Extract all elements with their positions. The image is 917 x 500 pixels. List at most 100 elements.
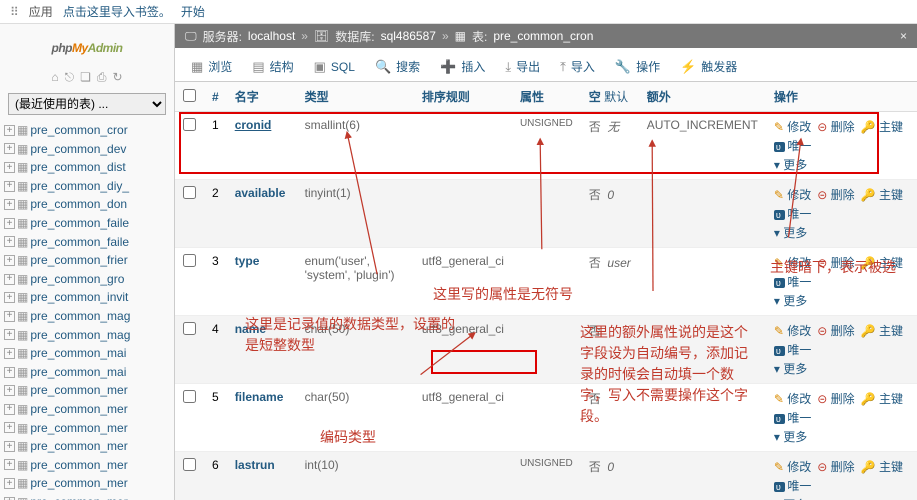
sidebar-tool-icon[interactable]: ⎋ (65, 70, 75, 85)
primary-key-link[interactable]: 主键 (861, 392, 903, 406)
cell-name[interactable]: cronid (227, 112, 297, 180)
expand-icon[interactable]: + (4, 422, 15, 433)
col-collation[interactable]: 排序规则 (414, 82, 512, 112)
crumb-server[interactable]: localhost (248, 29, 295, 43)
more-link[interactable]: 更多 (774, 360, 903, 377)
expand-icon[interactable]: + (4, 125, 15, 136)
row-checkbox[interactable] (183, 186, 196, 199)
expand-icon[interactable]: + (4, 199, 15, 210)
tab-结构[interactable]: ▤结构 (242, 52, 303, 81)
expand-icon[interactable]: + (4, 162, 15, 173)
unique-link[interactable]: 唯一 (774, 273, 903, 290)
edit-link[interactable]: 修改 (774, 256, 811, 270)
expand-icon[interactable]: + (4, 181, 15, 192)
tree-item[interactable]: + ▦ pre_common_mer (4, 419, 174, 438)
cell-name[interactable]: filename (227, 384, 297, 452)
sidebar-tool-icon[interactable]: ⌂ (51, 70, 58, 85)
tree-item[interactable]: + ▦ pre_common_cror (4, 121, 174, 140)
tree-item[interactable]: + ▦ pre_common_mag (4, 307, 174, 326)
more-link[interactable]: 更多 (774, 428, 903, 445)
edit-link[interactable]: 修改 (774, 392, 811, 406)
col-extra[interactable]: 额外 (639, 82, 766, 112)
edit-link[interactable]: 修改 (774, 120, 811, 134)
edit-link[interactable]: 修改 (774, 324, 811, 338)
more-link[interactable]: 更多 (774, 496, 903, 500)
tree-item[interactable]: + ▦ pre_common_dist (4, 158, 174, 177)
start-link[interactable]: 开始 (181, 3, 205, 20)
row-checkbox[interactable] (183, 254, 196, 267)
tab-SQL[interactable]: ▣SQL (304, 53, 365, 81)
primary-key-link[interactable]: 主键 (861, 120, 903, 134)
expand-icon[interactable]: + (4, 441, 15, 452)
tree-item[interactable]: + ▦ pre_common_faile (4, 214, 174, 233)
apps-icon[interactable]: ⠿ (10, 5, 19, 19)
col-null-default[interactable]: 空 默认 (581, 82, 639, 112)
tree-item[interactable]: + ▦ pre_common_mag (4, 326, 174, 345)
delete-link[interactable]: 删除 (817, 256, 854, 270)
expand-icon[interactable]: + (4, 385, 15, 396)
expand-icon[interactable]: + (4, 311, 15, 322)
expand-icon[interactable]: + (4, 329, 15, 340)
tree-item[interactable]: + ▦ pre_common_don (4, 195, 174, 214)
tree-item[interactable]: + ▦ pre_common_invit (4, 288, 174, 307)
expand-icon[interactable]: + (4, 143, 15, 154)
expand-icon[interactable]: + (4, 459, 15, 470)
delete-link[interactable]: 删除 (817, 392, 854, 406)
cell-name[interactable]: lastrun (227, 452, 297, 500)
delete-link[interactable]: 删除 (817, 324, 854, 338)
tree-item[interactable]: + ▦ pre_common_gro (4, 270, 174, 289)
delete-link[interactable]: 删除 (817, 188, 854, 202)
col-ops[interactable]: 操作 (766, 82, 917, 112)
expand-icon[interactable]: + (4, 274, 15, 285)
tree-item[interactable]: + ▦ pre_common_mer (4, 493, 174, 500)
tree-item[interactable]: + ▦ pre_common_mer (4, 437, 174, 456)
expand-icon[interactable]: + (4, 367, 15, 378)
row-checkbox[interactable] (183, 458, 196, 471)
col-num[interactable]: # (204, 82, 227, 112)
row-checkbox[interactable] (183, 322, 196, 335)
tree-item[interactable]: + ▦ pre_common_mer (4, 400, 174, 419)
primary-key-link[interactable]: 主键 (861, 256, 903, 270)
delete-link[interactable]: 删除 (817, 120, 854, 134)
expand-icon[interactable]: + (4, 292, 15, 303)
recent-tables-select[interactable]: (最近使用的表) ... (8, 93, 166, 115)
tree-item[interactable]: + ▦ pre_common_faile (4, 233, 174, 252)
delete-link[interactable]: 删除 (817, 460, 854, 474)
tab-导出[interactable]: ⤓导出 (495, 52, 550, 81)
tab-导入[interactable]: ⤒导入 (550, 52, 605, 81)
expand-icon[interactable]: + (4, 255, 15, 266)
cell-name[interactable]: available (227, 180, 297, 248)
tab-搜索[interactable]: 🔍搜索 (365, 52, 430, 81)
edit-link[interactable]: 修改 (774, 188, 811, 202)
apps-label[interactable]: 应用 (29, 3, 53, 20)
expand-icon[interactable]: + (4, 348, 15, 359)
import-hint[interactable]: 点击这里导入书签。 (63, 3, 171, 20)
expand-icon[interactable]: + (4, 218, 15, 229)
sidebar-tool-icon[interactable]: ⎙ (97, 70, 107, 85)
primary-key-link[interactable]: 主键 (861, 324, 903, 338)
tree-item[interactable]: + ▦ pre_common_mai (4, 344, 174, 363)
row-checkbox[interactable] (183, 390, 196, 403)
tree-item[interactable]: + ▦ pre_common_dev (4, 140, 174, 159)
unique-link[interactable]: 唯一 (774, 341, 903, 358)
unique-link[interactable]: 唯一 (774, 137, 903, 154)
primary-key-link[interactable]: 主键 (861, 188, 903, 202)
tree-item[interactable]: + ▦ pre_common_frier (4, 251, 174, 270)
row-checkbox[interactable] (183, 118, 196, 131)
tab-操作[interactable]: 🔧操作 (605, 52, 670, 81)
more-link[interactable]: 更多 (774, 292, 903, 309)
tree-item[interactable]: + ▦ pre_common_diy_ (4, 177, 174, 196)
tree-item[interactable]: + ▦ pre_common_mer (4, 474, 174, 493)
more-link[interactable]: 更多 (774, 224, 903, 241)
tab-浏览[interactable]: ▦浏览 (181, 52, 242, 81)
expand-icon[interactable]: + (4, 236, 15, 247)
unique-link[interactable]: 唯一 (774, 409, 903, 426)
unique-link[interactable]: 唯一 (774, 205, 903, 222)
expand-icon[interactable]: + (4, 478, 15, 489)
checkbox-all[interactable] (183, 89, 196, 102)
col-type[interactable]: 类型 (297, 82, 414, 112)
tree-item[interactable]: + ▦ pre_common_mai (4, 363, 174, 382)
sidebar-tool-icon[interactable]: ↻ (113, 70, 123, 85)
crumb-table[interactable]: pre_common_cron (493, 29, 593, 43)
unique-link[interactable]: 唯一 (774, 477, 903, 494)
